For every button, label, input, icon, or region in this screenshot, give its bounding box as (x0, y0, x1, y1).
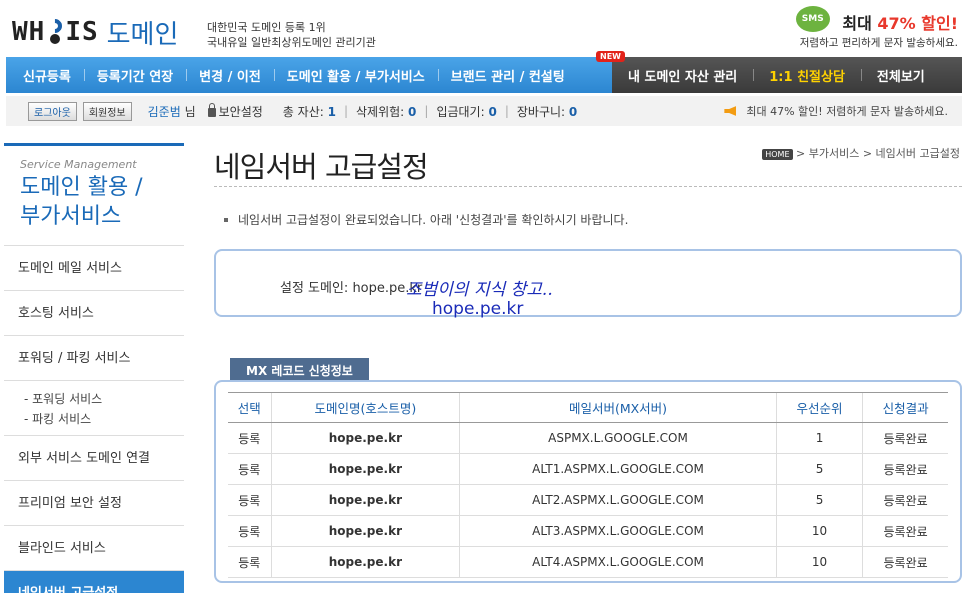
sidebar: Service Management 도메인 활용 / 부가서비스 도메인 메일… (4, 143, 184, 593)
table-cell: 5 (775, 484, 863, 516)
domain-info-box: 설정 도메인: hope.pe.kr 조범이의 지식 창고.. hope.pe.… (214, 249, 962, 319)
service-nav: 신규등록 등록기간 연장 변경 / 이전 도메인 활용 / 부가서비스 브랜드 관리 /… (6, 57, 612, 93)
sidebar-item[interactable]: 네임서버 고급설정 (4, 571, 184, 593)
table-cell: ASPMX.L.GOOGLE.COM (459, 422, 777, 454)
table-cell: 등록완료 (862, 453, 948, 485)
logo-text: WH (12, 17, 46, 47)
completion-message: 네임서버 고급설정이 완료되었습니다. 아래 '신청결과'를 확인하시기 바랍니… (224, 211, 628, 228)
annotation-domain: hope.pe.kr (432, 299, 524, 319)
nav-item[interactable]: 신규등록 (10, 66, 84, 85)
table-cell: hope.pe.kr (270, 484, 460, 516)
table-cell: 등록완료 (862, 484, 948, 516)
table-row: 등록 hope.pe.kr ASPMX.L.GOOGLE.COM 1 등록완료 (228, 422, 948, 454)
handwritten-annotation: 조범이의 지식 창고.. (406, 280, 553, 300)
account-nav: 내 도메인 자산 관리 1:1 친절상담 전체보기 (612, 57, 962, 93)
table-cell: 10 (775, 546, 863, 578)
sidebar-item[interactable]: 블라인드 서비스 (4, 526, 184, 571)
mx-record-panel: 선택 도메인명(호스트명) 메일서버(MX서버) 우선순위 신청결과 등록 hope.pe… (214, 380, 962, 583)
speaker-icon (724, 106, 737, 116)
table-header: 선택 (228, 392, 272, 423)
sidebar-item[interactable]: 외부 서비스 도메인 연결 (4, 436, 184, 481)
tagline: 대한민국 도메인 등록 1위 국내유일 일반최상위도메인 관리기관 (207, 21, 376, 49)
table-cell: 등록완료 (862, 546, 948, 578)
table-header: 우선순위 (775, 392, 863, 423)
table-cell: 10 (775, 515, 863, 547)
whois-logo[interactable]: WH IS 도메인 (12, 12, 178, 52)
mx-record-table: 선택 도메인명(호스트명) 메일서버(MX서버) 우선순위 신청결과 등록 hope.pe… (228, 392, 948, 578)
table-cell: ALT4.ASPMX.L.GOOGLE.COM (459, 546, 777, 578)
sidebar-sublist: - 포워딩 서비스 - 파킹 서비스 (4, 381, 184, 436)
mx-record-tab: MX 레코드 신청정보 (230, 358, 369, 380)
table-cell: ALT2.ASPMX.L.GOOGLE.COM (459, 484, 777, 516)
bullet-icon (224, 218, 228, 222)
member-info-button[interactable]: 회원정보 (82, 101, 132, 121)
logout-button[interactable]: 로그아웃 (28, 101, 77, 121)
sidebar-item[interactable]: 프리미엄 보안 설정 (4, 481, 184, 526)
nav-item[interactable]: 1:1 친절상담 (753, 66, 861, 85)
nav-item[interactable]: 변경 / 이전 (186, 66, 274, 85)
sidebar-subitem[interactable]: - 파킹 서비스 (24, 409, 184, 429)
lock-icon (207, 102, 216, 117)
table-cell: hope.pe.kr (270, 422, 460, 454)
table-cell: hope.pe.kr (270, 515, 460, 547)
table-cell: hope.pe.kr (270, 546, 460, 578)
sidebar-item[interactable]: 호스팅 서비스 (4, 291, 184, 336)
breadcrumb: HOME > 부가서비스 > 네임서버 고급설정 (762, 145, 960, 161)
sidebar-subitem[interactable]: - 포워딩 서비스 (24, 389, 184, 409)
table-row: 등록 hope.pe.kr ALT4.ASPMX.L.GOOGLE.COM 10 등록완… (228, 546, 948, 578)
user-name[interactable]: 김준범 (148, 103, 181, 120)
table-cell: 등록완료 (862, 515, 948, 547)
nav-item[interactable]: 브랜드 관리 / 컨설팅 (437, 66, 578, 85)
table-header: 도메인명(호스트명) (270, 392, 460, 423)
nav-item[interactable]: 등록기간 연장 (83, 66, 186, 85)
table-row: 등록 hope.pe.kr ALT2.ASPMX.L.GOOGLE.COM 5 등록완료 (228, 484, 948, 516)
sidebar-header: Service Management 도메인 활용 / 부가서비스 (4, 143, 184, 246)
title-divider (214, 186, 962, 187)
sms-promo-banner[interactable]: SMS 최대 47% 할인! 저렴하고 편리하게 문자 발송하세요. (795, 6, 958, 50)
table-cell: 등록 (228, 546, 272, 578)
payment-pending[interactable]: 입금대기: 0 (436, 103, 496, 120)
table-cell: 등록완료 (862, 422, 948, 454)
cart[interactable]: 장바구니: 0 (517, 103, 577, 120)
domain-label: 설정 도메인: hope.pe.kr (280, 281, 423, 296)
table-cell: 등록 (228, 515, 272, 547)
logo-domain-text: 도메인 (106, 19, 179, 50)
total-assets[interactable]: 총 자산: 1 (283, 103, 336, 120)
sidebar-item[interactable]: 포워딩 / 파킹 서비스 (4, 336, 184, 381)
notice-ticker[interactable]: 최대 47% 할인! 저렴하게 문자 발송하세요. (724, 103, 948, 119)
new-badge: NEW (596, 51, 625, 62)
table-cell: 1 (775, 422, 863, 454)
table-cell: 5 (775, 453, 863, 485)
user-status-bar: 로그아웃 회원정보 김준범 님 보안설정 총 자산: 1 | 삭제위험: 0 |… (6, 96, 962, 126)
sidebar-title: 도메인 활용 / 부가서비스 (20, 175, 143, 229)
page-title: 네임서버 고급설정 (214, 150, 429, 184)
table-cell: 등록 (228, 484, 272, 516)
table-cell: ALT3.ASPMX.L.GOOGLE.COM (459, 515, 777, 547)
delete-risk[interactable]: 삭제위험: 0 (356, 103, 416, 120)
nav-item[interactable]: 도메인 활용 / 부가서비스 (273, 66, 438, 85)
table-cell: ALT1.ASPMX.L.GOOGLE.COM (459, 453, 777, 485)
table-row: 등록 hope.pe.kr ALT1.ASPMX.L.GOOGLE.COM 5 등록완료 (228, 453, 948, 485)
sms-bubble-icon: SMS (795, 6, 830, 32)
table-cell: 등록 (228, 453, 272, 485)
nav-item[interactable]: 전체보기 (860, 66, 941, 85)
question-mark-icon (45, 16, 66, 45)
table-cell: hope.pe.kr (270, 453, 460, 485)
promo-subtitle: 저렴하고 편리하게 문자 발송하세요. (799, 37, 958, 49)
main-nav: 신규등록 등록기간 연장 변경 / 이전 도메인 활용 / 부가서비스 브랜드 관리 /… (6, 51, 962, 93)
table-row: 등록 hope.pe.kr ALT3.ASPMX.L.GOOGLE.COM 10 등록완… (228, 515, 948, 547)
nav-item[interactable]: 내 도메인 자산 관리 (612, 66, 753, 85)
table-header: 신청결과 (862, 392, 948, 423)
security-settings-link[interactable]: 보안설정 (219, 103, 263, 120)
sidebar-item[interactable]: 도메인 메일 서비스 (4, 246, 184, 291)
home-icon[interactable]: HOME (762, 149, 793, 160)
table-cell: 등록 (228, 422, 272, 454)
table-header: 메일서버(MX서버) (459, 392, 777, 423)
